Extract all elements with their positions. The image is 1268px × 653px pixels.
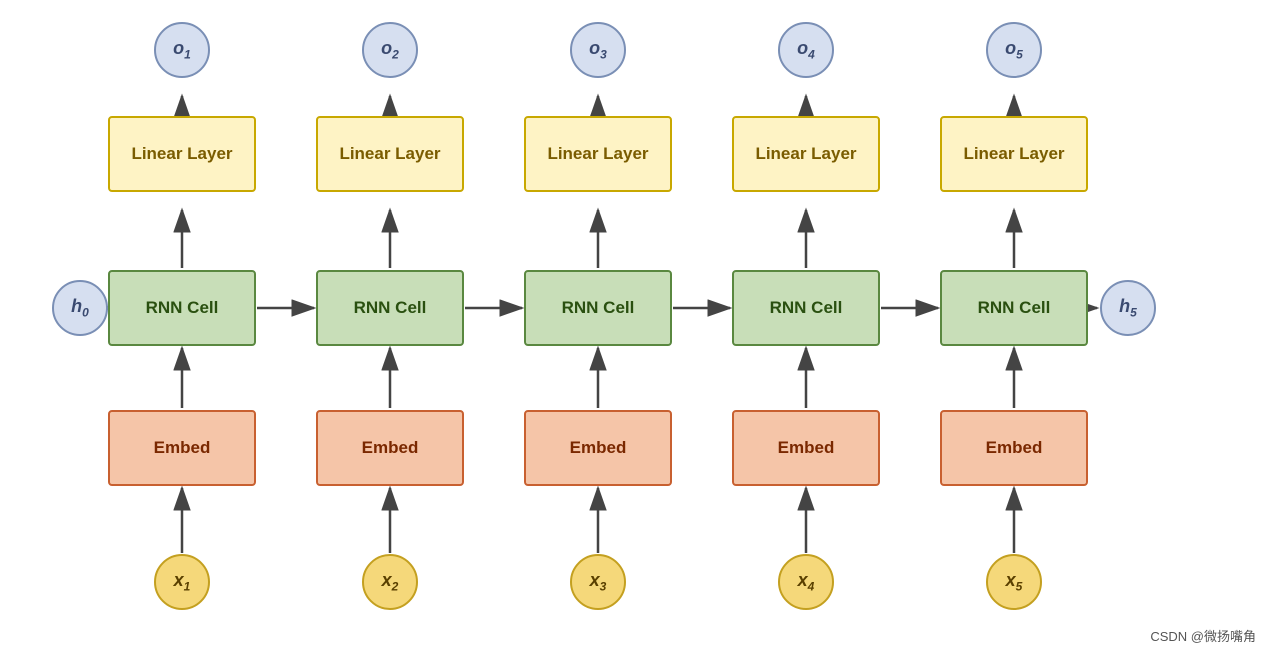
output-circle-1: o1 — [154, 22, 210, 78]
h0-circle: h0 — [52, 280, 108, 336]
linear-box-3: Linear Layer — [524, 116, 672, 192]
input-circle-5: x5 — [986, 554, 1042, 610]
output-circle-5: o5 — [986, 22, 1042, 78]
x4-label: x4 — [798, 570, 815, 594]
embed-box-4: Embed — [732, 410, 880, 486]
input-circle-3: x3 — [570, 554, 626, 610]
linear-box-5: Linear Layer — [940, 116, 1088, 192]
embed-label-2: Embed — [362, 438, 419, 458]
o2-label: o2 — [381, 38, 399, 62]
h5-circle: h5 — [1100, 280, 1156, 336]
linear-label-5: Linear Layer — [963, 144, 1064, 164]
output-circle-2: o2 — [362, 22, 418, 78]
linear-label-3: Linear Layer — [547, 144, 648, 164]
linear-label-1: Linear Layer — [131, 144, 232, 164]
h0-label: h0 — [71, 296, 89, 320]
rnn-label-1: RNN Cell — [146, 298, 219, 318]
embed-label-5: Embed — [986, 438, 1043, 458]
embed-box-1: Embed — [108, 410, 256, 486]
input-circle-1: x1 — [154, 554, 210, 610]
o1-label: o1 — [173, 38, 191, 62]
rnn-box-1: RNN Cell — [108, 270, 256, 346]
rnn-label-4: RNN Cell — [770, 298, 843, 318]
rnn-label-2: RNN Cell — [354, 298, 427, 318]
embed-label-4: Embed — [778, 438, 835, 458]
o3-label: o3 — [589, 38, 607, 62]
input-circle-4: x4 — [778, 554, 834, 610]
embed-box-3: Embed — [524, 410, 672, 486]
rnn-label-5: RNN Cell — [978, 298, 1051, 318]
output-circle-4: o4 — [778, 22, 834, 78]
rnn-box-2: RNN Cell — [316, 270, 464, 346]
linear-box-1: Linear Layer — [108, 116, 256, 192]
linear-box-2: Linear Layer — [316, 116, 464, 192]
linear-label-2: Linear Layer — [339, 144, 440, 164]
x1-label: x1 — [174, 570, 191, 594]
x2-label: x2 — [382, 570, 399, 594]
x3-label: x3 — [590, 570, 607, 594]
rnn-label-3: RNN Cell — [562, 298, 635, 318]
output-circle-3: o3 — [570, 22, 626, 78]
input-circle-2: x2 — [362, 554, 418, 610]
watermark: CSDN @微扬嘴角 — [1150, 626, 1256, 645]
o4-label: o4 — [797, 38, 815, 62]
embed-box-2: Embed — [316, 410, 464, 486]
embed-label-3: Embed — [570, 438, 627, 458]
embed-label-1: Embed — [154, 438, 211, 458]
embed-box-5: Embed — [940, 410, 1088, 486]
diagram-container: h0 h5 o1 Linear Layer RNN Cell Embed x1 … — [0, 0, 1268, 653]
x5-label: x5 — [1006, 570, 1023, 594]
rnn-box-4: RNN Cell — [732, 270, 880, 346]
o5-label: o5 — [1005, 38, 1023, 62]
rnn-box-3: RNN Cell — [524, 270, 672, 346]
h5-label: h5 — [1119, 296, 1137, 320]
linear-label-4: Linear Layer — [755, 144, 856, 164]
linear-box-4: Linear Layer — [732, 116, 880, 192]
rnn-box-5: RNN Cell — [940, 270, 1088, 346]
